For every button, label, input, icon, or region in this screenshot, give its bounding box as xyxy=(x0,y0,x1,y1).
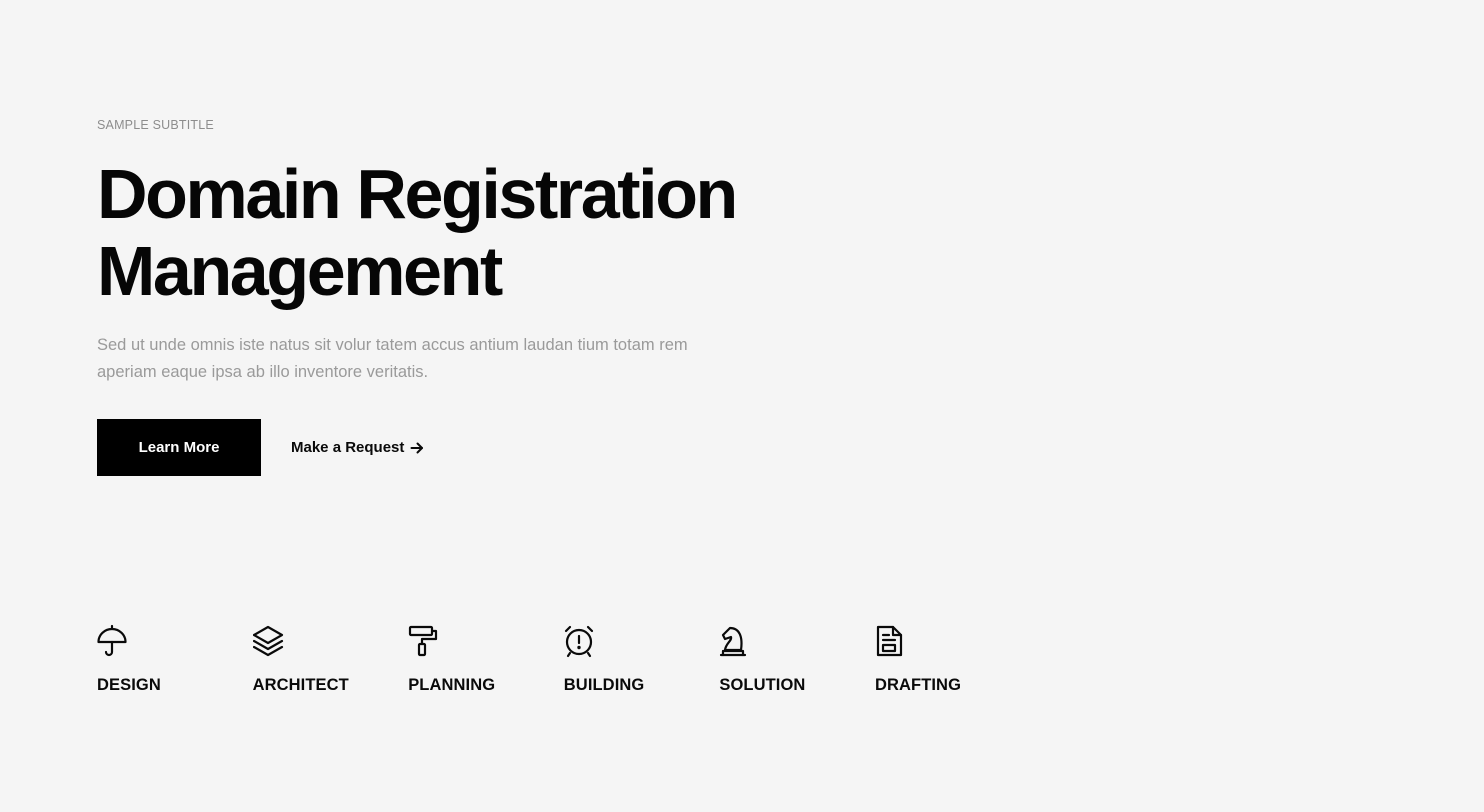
feature-design[interactable]: DESIGN xyxy=(97,624,253,695)
alarm-clock-icon xyxy=(564,625,593,658)
hero-actions: Learn More Make a Request xyxy=(97,419,424,476)
features-list: DESIGN ARCHITECT PLANNING BUILDING SOLUT… xyxy=(97,624,1031,695)
document-icon xyxy=(876,625,903,657)
feature-label: BUILDING xyxy=(563,676,645,694)
layers-icon xyxy=(252,625,283,657)
feature-planning[interactable]: PLANNING xyxy=(408,624,564,695)
feature-label: DRAFTING xyxy=(874,676,962,694)
feature-architect[interactable]: ARCHITECT xyxy=(252,624,409,695)
page-title-line-1: Domain Registration xyxy=(97,155,738,233)
make-request-label: Make a Request xyxy=(291,439,405,456)
make-request-link[interactable]: Make a Request xyxy=(291,439,424,456)
page-title: Domain Registration Management xyxy=(97,155,738,310)
feature-label: SOLUTION xyxy=(719,676,806,694)
learn-more-button[interactable]: Learn More xyxy=(97,419,261,476)
arrow-right-icon xyxy=(410,441,424,455)
chess-knight-icon xyxy=(720,626,747,657)
page-title-line-2: Management xyxy=(97,232,503,310)
feature-label: PLANNING xyxy=(408,676,496,694)
feature-drafting[interactable]: DRAFTING xyxy=(875,624,1031,695)
hero-subtitle: SAMPLE SUBTITLE xyxy=(97,118,214,132)
hero-description: Sed ut unde omnis iste natus sit volur t… xyxy=(97,336,688,381)
feature-building[interactable]: BUILDING xyxy=(564,624,720,695)
paint-roller-icon xyxy=(409,625,438,657)
feature-label: DESIGN xyxy=(97,676,161,694)
feature-label: ARCHITECT xyxy=(252,676,349,694)
umbrella-icon xyxy=(97,624,127,657)
feature-solution[interactable]: SOLUTION xyxy=(719,624,875,695)
